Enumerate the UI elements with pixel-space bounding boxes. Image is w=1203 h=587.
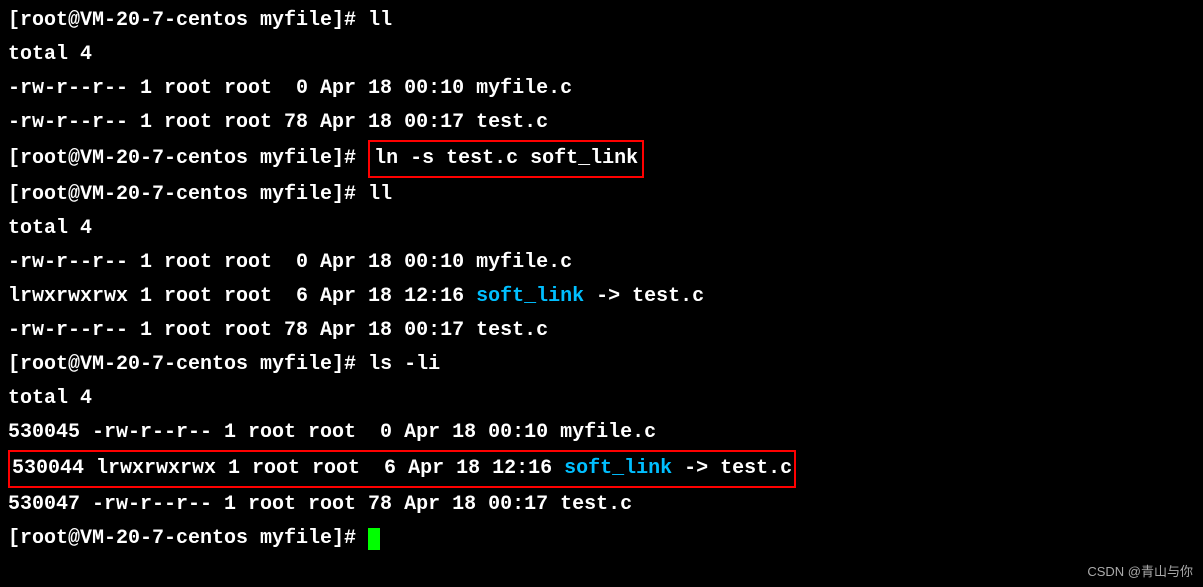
file-listing-row: 530045 -rw-r--r-- 1 root root 0 Apr 18 0… [8, 416, 1195, 450]
terminal-line: [root@VM-20-7-centos myfile]# ll [8, 4, 1195, 38]
output-total: total 4 [8, 382, 1195, 416]
highlighted-command: ln -s test.c soft_link [368, 140, 644, 178]
output-total: total 4 [8, 38, 1195, 72]
file-listing-row: 530044 lrwxrwxrwx 1 root root 6 Apr 18 1… [8, 450, 1195, 488]
output-total: total 4 [8, 212, 1195, 246]
terminal-line: [root@VM-20-7-centos myfile]# ll [8, 178, 1195, 212]
file-attrs: 530044 lrwxrwxrwx 1 root root 6 Apr 18 1… [12, 457, 564, 480]
command-text: ls -li [368, 353, 440, 376]
symlink-target: -> test.c [672, 457, 792, 480]
shell-prompt: [root@VM-20-7-centos myfile]# [8, 527, 368, 550]
symlink-target: -> test.c [584, 285, 704, 308]
file-attrs: lrwxrwxrwx 1 root root 6 Apr 18 12:16 [8, 285, 476, 308]
watermark-text: CSDN @青山与你 [1087, 561, 1193, 583]
command-text: ll [368, 183, 392, 206]
terminal-line: [root@VM-20-7-centos myfile]# ln -s test… [8, 140, 1195, 178]
shell-prompt: [root@VM-20-7-centos myfile]# [8, 353, 368, 376]
symlink-name: soft_link [476, 285, 584, 308]
terminal-line: [root@VM-20-7-centos myfile]# ls -li [8, 348, 1195, 382]
shell-prompt: [root@VM-20-7-centos myfile]# [8, 9, 368, 32]
symlink-name: soft_link [564, 457, 672, 480]
shell-prompt: [root@VM-20-7-centos myfile]# [8, 147, 368, 170]
command-text: ln -s test.c soft_link [374, 147, 638, 170]
highlighted-row: 530044 lrwxrwxrwx 1 root root 6 Apr 18 1… [8, 450, 796, 488]
file-listing-row: lrwxrwxrwx 1 root root 6 Apr 18 12:16 so… [8, 280, 1195, 314]
file-listing-row: -rw-r--r-- 1 root root 78 Apr 18 00:17 t… [8, 314, 1195, 348]
terminal-line[interactable]: [root@VM-20-7-centos myfile]# [8, 522, 1195, 556]
file-listing-row: -rw-r--r-- 1 root root 78 Apr 18 00:17 t… [8, 106, 1195, 140]
shell-prompt: [root@VM-20-7-centos myfile]# [8, 183, 368, 206]
command-text: ll [368, 9, 392, 32]
file-listing-row: -rw-r--r-- 1 root root 0 Apr 18 00:10 my… [8, 246, 1195, 280]
file-listing-row: 530047 -rw-r--r-- 1 root root 78 Apr 18 … [8, 488, 1195, 522]
file-listing-row: -rw-r--r-- 1 root root 0 Apr 18 00:10 my… [8, 72, 1195, 106]
cursor-block [368, 528, 380, 550]
